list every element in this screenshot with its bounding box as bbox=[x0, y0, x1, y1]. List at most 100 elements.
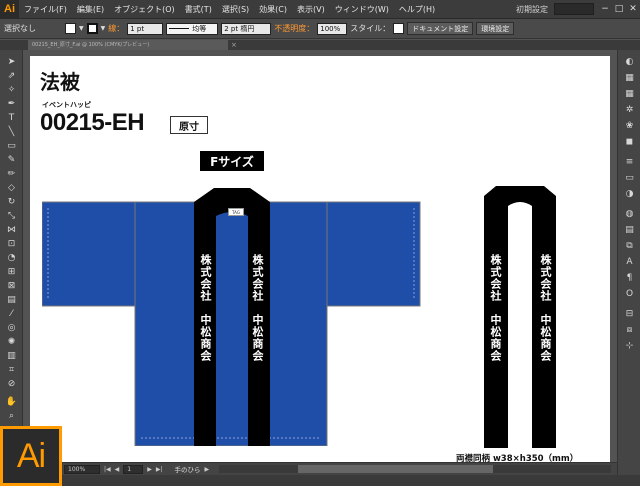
menu-file[interactable]: ファイル(F) bbox=[19, 4, 72, 15]
width-tool-icon[interactable]: ⋈ bbox=[5, 224, 18, 236]
size-note: 両襟同柄 w38×h350（mm） bbox=[456, 454, 579, 462]
brush-tool-icon[interactable]: ✎ bbox=[5, 154, 18, 166]
hand-tool-icon[interactable]: ✋ bbox=[5, 396, 18, 408]
panel-dock: ◐ ▦ ▦ ✲ ❀ ◼ ≡ ▭ ◑ ◍ ▤ ⧉ A ¶ O ⊟ ⧈ ⊹ bbox=[617, 50, 640, 475]
happi-coat-illustration bbox=[42, 188, 421, 446]
current-tool-status: 手のひら bbox=[174, 466, 201, 474]
size-tag: TAG bbox=[228, 208, 244, 216]
paragraph-panel-icon[interactable]: ¶ bbox=[623, 272, 636, 284]
status-menu-icon[interactable]: ▶ bbox=[205, 466, 210, 473]
eraser-tool-icon[interactable]: ◇ bbox=[5, 182, 18, 194]
color-panel-icon[interactable]: ◐ bbox=[623, 56, 636, 68]
next-page-icon[interactable]: ▶ bbox=[147, 466, 152, 473]
stroke-profile-select[interactable]: 均等 bbox=[166, 22, 219, 35]
line-tool-icon[interactable]: ╲ bbox=[5, 126, 18, 138]
happi-left-sleeve bbox=[42, 201, 137, 307]
zoom-tool-icon[interactable]: ⌕ bbox=[5, 410, 18, 422]
canvas[interactable]: 法被 イベントハッピ 00215-EH 原寸 Fサイズ TAG 株式会社 中松商… bbox=[24, 50, 617, 462]
happi-right-sleeve bbox=[325, 201, 421, 307]
opacity-input[interactable]: 100% bbox=[317, 22, 348, 35]
perspective-tool-icon[interactable]: ⊞ bbox=[5, 266, 18, 278]
pencil-tool-icon[interactable]: ✏ bbox=[5, 168, 18, 180]
zoom-field[interactable]: 100% bbox=[64, 464, 100, 474]
gradient-tool-icon[interactable]: ▤ bbox=[5, 294, 18, 306]
previous-page-icon[interactable]: ◀ bbox=[115, 466, 120, 473]
gradient-panel-icon[interactable]: ▭ bbox=[623, 172, 636, 184]
color-guide-icon[interactable]: ▦ bbox=[623, 72, 636, 84]
style-label: スタイル： bbox=[350, 24, 391, 33]
artboard[interactable]: 法被 イベントハッピ 00215-EH 原寸 Fサイズ TAG 株式会社 中松商… bbox=[30, 56, 610, 462]
minimize-icon[interactable]: − bbox=[598, 3, 612, 16]
graphic-styles-icon[interactable]: ◼ bbox=[623, 136, 636, 148]
document-tab[interactable]: 00215_EH_原寸_F.ai @ 100% (CMYK/プレビュー) bbox=[28, 40, 228, 50]
menu-effect[interactable]: 効果(C) bbox=[254, 4, 292, 15]
swatches-panel-icon[interactable]: ▦ bbox=[623, 88, 636, 100]
fill-swatch[interactable] bbox=[65, 23, 76, 34]
menu-view[interactable]: 表示(V) bbox=[292, 4, 330, 15]
graph-tool-icon[interactable]: ▥ bbox=[5, 350, 18, 362]
direct-selection-tool-icon[interactable]: ⇗ bbox=[5, 70, 18, 82]
artwork-title: 法被 bbox=[40, 70, 80, 94]
chevron-down-icon[interactable]: ▼ bbox=[101, 25, 106, 32]
stroke-label[interactable]: 線： bbox=[108, 23, 124, 34]
stroke-weight-select[interactable]: 1 pt bbox=[127, 22, 164, 35]
align-panel-icon[interactable]: ⊟ bbox=[623, 308, 636, 320]
horizontal-scrollbar[interactable] bbox=[219, 465, 611, 473]
workspace-switcher[interactable]: 初期設定 bbox=[516, 4, 548, 15]
menu-edit[interactable]: 編集(E) bbox=[72, 4, 109, 15]
free-transform-tool-icon[interactable]: ⊡ bbox=[5, 238, 18, 250]
opentype-panel-icon[interactable]: O bbox=[623, 288, 636, 300]
artboards-panel-icon[interactable]: ⧉ bbox=[623, 240, 636, 252]
brush-select[interactable]: 2 pt 楕円 bbox=[221, 22, 272, 35]
opacity-label[interactable]: 不透明度： bbox=[274, 23, 314, 34]
last-page-icon[interactable]: ▶| bbox=[156, 466, 163, 473]
preferences-button[interactable]: 環境設定 bbox=[476, 22, 515, 35]
menu-object[interactable]: オブジェクト(O) bbox=[109, 4, 180, 15]
illustrator-logo-icon: Ai bbox=[0, 0, 19, 19]
menu-bar: Ai ファイル(F) 編集(E) オブジェクト(O) 書式(T) 選択(S) 効… bbox=[0, 0, 640, 19]
pen-tool-icon[interactable]: ✒ bbox=[5, 98, 18, 110]
menu-type[interactable]: 書式(T) bbox=[180, 4, 217, 15]
document-settings-button[interactable]: ドキュメント設定 bbox=[407, 22, 474, 35]
magic-wand-tool-icon[interactable]: ✧ bbox=[5, 84, 18, 96]
stroke-panel-icon[interactable]: ≡ bbox=[623, 156, 636, 168]
selection-status: 選択なし bbox=[4, 24, 36, 33]
chevron-down-icon[interactable]: ▼ bbox=[79, 25, 84, 32]
layers-panel-icon[interactable]: ▤ bbox=[623, 224, 636, 236]
close-icon[interactable]: ✕ bbox=[626, 3, 640, 16]
transform-panel-icon[interactable]: ⊹ bbox=[623, 340, 636, 352]
menu-help[interactable]: ヘルプ(H) bbox=[394, 4, 440, 15]
stroke-swatch[interactable] bbox=[86, 23, 98, 34]
mesh-tool-icon[interactable]: ⊠ bbox=[5, 280, 18, 292]
band-left-text: 株式会社 中松商会 bbox=[489, 254, 502, 362]
close-icon[interactable]: × bbox=[231, 40, 237, 50]
brushes-panel-icon[interactable]: ✲ bbox=[623, 104, 636, 116]
rectangle-tool-icon[interactable]: ▭ bbox=[5, 140, 18, 152]
size-label: Fサイズ bbox=[200, 151, 264, 171]
appearance-panel-icon[interactable]: ◍ bbox=[623, 208, 636, 220]
selection-tool-icon[interactable]: ➤ bbox=[5, 56, 18, 68]
search-field[interactable] bbox=[554, 3, 594, 15]
artboard-tool-icon[interactable]: ⌗ bbox=[5, 364, 18, 376]
style-swatch[interactable] bbox=[393, 23, 405, 34]
blend-tool-icon[interactable]: ◎ bbox=[5, 322, 18, 334]
shape-builder-tool-icon[interactable]: ◔ bbox=[5, 252, 18, 264]
page-field[interactable]: 1 bbox=[123, 464, 144, 474]
pathfinder-panel-icon[interactable]: ⧈ bbox=[623, 324, 636, 336]
menu-select[interactable]: 選択(S) bbox=[217, 4, 254, 15]
slice-tool-icon[interactable]: ⊘ bbox=[5, 378, 18, 390]
first-page-icon[interactable]: |◀ bbox=[104, 466, 111, 473]
menu-window[interactable]: ウィンドウ(W) bbox=[330, 4, 394, 15]
type-tool-icon[interactable]: T bbox=[5, 112, 18, 124]
maximize-icon[interactable]: □ bbox=[612, 3, 626, 16]
transparency-panel-icon[interactable]: ◑ bbox=[623, 188, 636, 200]
band-right-text: 株式会社 中松商会 bbox=[539, 254, 552, 362]
collar-right-text: 株式会社 中松商会 bbox=[251, 254, 264, 362]
character-panel-icon[interactable]: A bbox=[623, 256, 636, 268]
eyedropper-tool-icon[interactable]: ⁄ bbox=[5, 308, 18, 320]
symbol-sprayer-tool-icon[interactable]: ✺ bbox=[5, 336, 18, 348]
scale-tool-icon[interactable]: ⤡ bbox=[5, 210, 18, 222]
scrollbar-thumb[interactable] bbox=[297, 465, 494, 473]
symbols-panel-icon[interactable]: ❀ bbox=[623, 120, 636, 132]
rotate-tool-icon[interactable]: ↻ bbox=[5, 196, 18, 208]
